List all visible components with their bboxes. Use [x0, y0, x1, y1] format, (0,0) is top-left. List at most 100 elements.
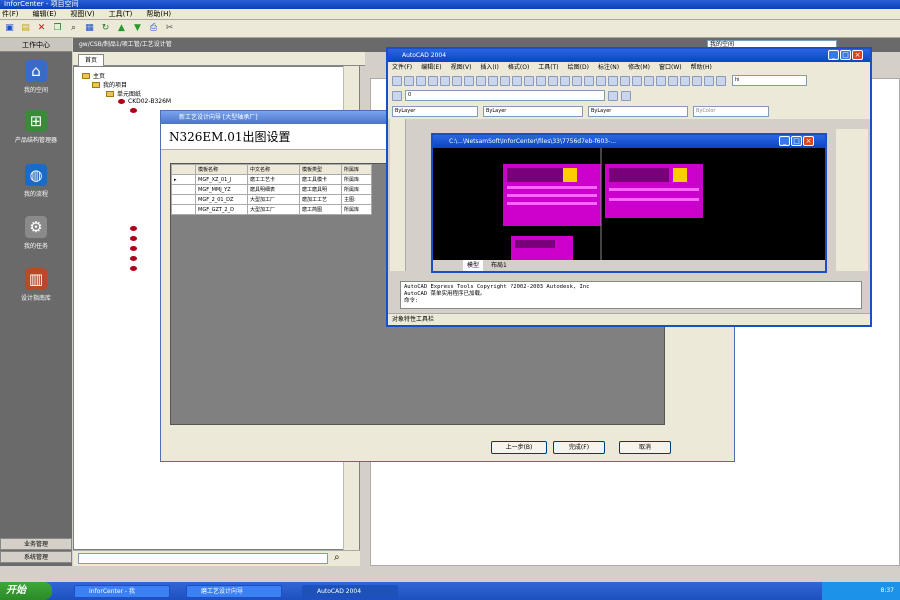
acad-menu-draw[interactable]: 绘图(D)	[568, 62, 589, 73]
acad-menu-file[interactable]: 文件(F)	[392, 62, 412, 73]
color-combo[interactable]: ByLayer	[392, 105, 478, 117]
refresh-icon[interactable]: ↻	[99, 22, 112, 35]
tool-icon[interactable]	[704, 75, 714, 86]
acad-menu-window[interactable]: 窗口(W)	[659, 62, 682, 73]
task-wizard[interactable]: 磨工艺设计向导	[186, 585, 282, 598]
layer-manager-icon[interactable]	[392, 90, 402, 101]
acad-search-combo[interactable]: hi	[732, 75, 807, 86]
tool-icon[interactable]	[608, 75, 618, 86]
task-autocad[interactable]: AutoCAD 2004	[302, 585, 398, 598]
table-row[interactable]: MGF_GZT_2_D 大型加工厂 磨工简图 所属库	[171, 204, 372, 215]
cancel-button[interactable]: 取消	[619, 441, 671, 454]
open-icon[interactable]: ▤	[19, 22, 32, 35]
tool-icon[interactable]	[500, 75, 510, 86]
up-icon[interactable]: ▲	[115, 22, 128, 35]
tool-icon[interactable]	[404, 75, 414, 86]
start-button[interactable]: 开始	[0, 582, 52, 600]
maximize-icon[interactable]: □	[791, 136, 802, 146]
layer-icon[interactable]	[621, 90, 631, 101]
tree-node-child[interactable]	[130, 256, 137, 261]
close-icon[interactable]: ×	[852, 50, 863, 60]
tool-icon[interactable]	[716, 75, 726, 86]
tree-node-part[interactable]: CKD02-B326M	[118, 98, 171, 105]
tree-node-child[interactable]	[130, 108, 137, 113]
system-mgmt-button[interactable]: 系统管理	[0, 551, 72, 563]
table-row[interactable]: ▸ MGF_XZ_01_J 磨工工艺卡 磨工具模卡 所属库	[171, 174, 372, 185]
maximize-icon[interactable]: □	[840, 50, 851, 60]
tool-icon[interactable]	[452, 75, 462, 86]
tool-icon[interactable]	[392, 75, 402, 86]
drawing-canvas[interactable]	[433, 148, 825, 260]
tree-search-input[interactable]	[78, 553, 328, 564]
settings-icon[interactable]: ✂	[163, 22, 176, 35]
acad-menu-modify[interactable]: 修改(M)	[628, 62, 650, 73]
menu-edit[interactable]: 编辑(E)	[33, 9, 57, 19]
tool-icon[interactable]	[632, 75, 642, 86]
acad-menu-tools[interactable]: 工具(T)	[538, 62, 558, 73]
tool-icon[interactable]	[536, 75, 546, 86]
tool-icon[interactable]	[416, 75, 426, 86]
back-button[interactable]: 上一步(B)	[491, 441, 547, 454]
menu-view[interactable]: 视图(V)	[70, 9, 94, 19]
tool-icon[interactable]	[560, 75, 570, 86]
delete-icon[interactable]: ✕	[35, 22, 48, 35]
lineweight-combo[interactable]: ByLayer	[588, 105, 688, 117]
print-icon[interactable]: ⎙	[147, 22, 160, 35]
tool-icon[interactable]	[620, 75, 630, 86]
acad-menu-view[interactable]: 视图(V)	[451, 62, 472, 73]
minimize-icon[interactable]: _	[828, 50, 839, 60]
tool-icon[interactable]	[548, 75, 558, 86]
tree-node-child[interactable]	[130, 266, 137, 271]
acad-menu-insert[interactable]: 插入(I)	[480, 62, 498, 73]
layer-prev-icon[interactable]	[608, 90, 618, 101]
nav-my-tasks[interactable]: ⚙ 我的任务	[0, 216, 72, 250]
tool-icon[interactable]	[572, 75, 582, 86]
tree-node-child[interactable]	[130, 246, 137, 251]
table-row[interactable]: MGF_2_01_DZ 大型加工厂 磨加工工艺 主图:	[171, 194, 372, 205]
tool-icon[interactable]	[464, 75, 474, 86]
tool-icon[interactable]	[440, 75, 450, 86]
menu-tools[interactable]: 工具(T)	[109, 9, 133, 19]
tree-node-child[interactable]	[130, 226, 137, 231]
command-line[interactable]: AutoCAD Express Tools Copyright ?2002-20…	[400, 281, 862, 309]
menu-file[interactable]: 件(F)	[2, 9, 19, 19]
tool-icon[interactable]	[692, 75, 702, 86]
tool-icon[interactable]	[668, 75, 678, 86]
tool-icon[interactable]	[488, 75, 498, 86]
tool-icon[interactable]	[680, 75, 690, 86]
tool-icon[interactable]	[476, 75, 486, 86]
business-mgmt-button[interactable]: 业务管理	[0, 538, 72, 550]
tool-icon[interactable]	[596, 75, 606, 86]
nav-my-space[interactable]: ⌂ 我的空间	[0, 60, 72, 94]
tool-icon[interactable]	[656, 75, 666, 86]
table-row[interactable]: MGF_MMJ_YZ 磨具明细表 磨工磨具明 所属库	[171, 184, 372, 195]
nav-my-workflow[interactable]: ◍ 我的流程	[0, 164, 72, 198]
nav-product-structure[interactable]: ⊞ 产品结构管理器	[0, 110, 72, 144]
tree-node-root[interactable]: 主页	[82, 71, 105, 80]
acad-menu-help[interactable]: 帮助(H)	[691, 62, 712, 73]
new-icon[interactable]: ▣	[3, 22, 16, 35]
tool-icon[interactable]	[644, 75, 654, 86]
close-icon[interactable]: ×	[803, 136, 814, 146]
tree-node-projects[interactable]: 我的项目	[92, 80, 127, 89]
plotstyle-combo[interactable]: ByColor	[693, 105, 769, 117]
down-icon[interactable]: ▼	[131, 22, 144, 35]
copy-icon[interactable]: ❐	[51, 22, 64, 35]
tool-icon[interactable]	[512, 75, 522, 86]
tool-icon[interactable]	[428, 75, 438, 86]
tab-model[interactable]: 模型	[463, 260, 484, 271]
minimize-icon[interactable]: _	[779, 136, 790, 146]
tool-icon[interactable]	[584, 75, 594, 86]
acad-menu-edit[interactable]: 编辑(E)	[421, 62, 441, 73]
linetype-combo[interactable]: ByLayer	[483, 105, 583, 117]
tree-node-child[interactable]	[130, 236, 137, 241]
menu-help[interactable]: 帮助(H)	[146, 9, 171, 19]
layer-combo[interactable]: 0	[405, 90, 605, 101]
filter-icon[interactable]: ▦	[83, 22, 96, 35]
search-icon[interactable]: ⌕	[334, 552, 340, 563]
tree-node-drawings[interactable]: 单元图纸	[106, 89, 141, 98]
task-inforcenter[interactable]: InforCenter - 我	[74, 585, 170, 598]
acad-menu-format[interactable]: 格式(O)	[508, 62, 529, 73]
search-icon[interactable]: ⌕	[67, 22, 80, 35]
tab-home[interactable]: 首页	[78, 54, 105, 66]
